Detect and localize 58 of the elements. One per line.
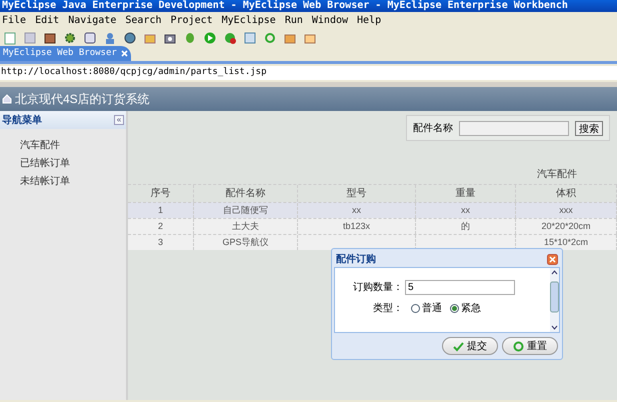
menu-item[interactable]: Help [357, 12, 382, 28]
close-icon[interactable] [547, 254, 558, 264]
search-field[interactable] [459, 120, 569, 136]
refresh-icon[interactable] [513, 340, 524, 352]
search-button[interactable]: 搜索 [575, 120, 603, 136]
table-cell-text: 1 [158, 204, 163, 217]
table-row[interactable]: 3 GPS导航仪 15*10*2cm [128, 234, 617, 250]
dialog-button[interactable]: 重置 [502, 337, 558, 355]
table-cell-text: xx [461, 204, 470, 217]
dialog-button[interactable]: 提交 [442, 337, 498, 355]
table-cell-text: tb123x [342, 220, 370, 233]
menu-item[interactable]: MyEclipse [222, 12, 276, 28]
table-cell-text: 15*10*2cm [544, 236, 588, 249]
sidebar-title: 导航菜单 [2, 113, 42, 128]
window-title: MyEclipse Java Enterprise Development - MyEclipse Web Browser - MyEclipse Enterprise Workbench [2, 1, 568, 11]
scrollbar-icon[interactable] [550, 268, 559, 332]
type-radio[interactable]: 普通 [411, 301, 442, 316]
table-cell-text: 3 [158, 236, 163, 249]
app-title: 北京现代4S店的订货系统 [15, 91, 150, 108]
type-radio[interactable]: 紧急 [450, 301, 481, 316]
gear-icon[interactable] [63, 31, 77, 45]
nav-link[interactable]: 汽车配件 [20, 138, 126, 152]
table-row[interactable]: 2 土大夫 tb123x 的 20*20*20cm [128, 218, 617, 234]
table-caption: 汽车配件 [537, 168, 577, 182]
table-cell-text: 的 [461, 220, 470, 233]
menu-item[interactable]: File [2, 12, 26, 28]
menu-item[interactable]: Window [312, 12, 348, 28]
table-cell-text: 自己随便写 [223, 204, 268, 217]
globe-icon[interactable] [123, 31, 137, 45]
table-cell-text: 20*20*20cm [541, 220, 591, 233]
quantity-label: 订购数量： [353, 281, 403, 295]
nav-link[interactable]: 已结帐订单 [20, 156, 126, 170]
table-cell-text: xxx [559, 204, 573, 217]
type-label: 类型： [373, 302, 403, 316]
address-field[interactable]: http://localhost:8080/qcpjcg/admin/parts_list.jsp [0, 66, 617, 80]
nav-link[interactable]: 未结帐订单 [20, 174, 126, 188]
person-icon[interactable] [103, 31, 117, 45]
menu-item[interactable]: Edit [35, 12, 60, 28]
dialog-title: 配件订购 [336, 252, 376, 266]
table-cell-text: GPS导航仪 [222, 236, 268, 249]
browser-tab[interactable]: MyEclipse Web Browser [0, 46, 131, 61]
play-icon[interactable] [203, 31, 217, 45]
table-row[interactable]: 1 自己随便写 xx xx xxx [128, 202, 617, 218]
search-label: 配件名称 [413, 122, 453, 136]
menu-item[interactable]: Search [125, 12, 162, 28]
refresh-icon[interactable] [263, 31, 277, 45]
table-cell-text: xx [352, 204, 361, 217]
collapse-button[interactable]: « [114, 115, 124, 125]
table-cell-text: 2 [158, 220, 163, 233]
menu-item[interactable]: Navigate [68, 12, 116, 28]
page-icon[interactable] [3, 31, 17, 45]
house-icon[interactable] [2, 94, 12, 104]
box-icon[interactable] [43, 31, 57, 45]
quantity-field[interactable]: 5 [405, 280, 515, 295]
menu-item[interactable]: Project [170, 12, 213, 28]
menu-item[interactable]: Run [284, 12, 303, 28]
check-icon[interactable] [453, 340, 464, 352]
table-cell-text: 土大夫 [232, 220, 259, 233]
